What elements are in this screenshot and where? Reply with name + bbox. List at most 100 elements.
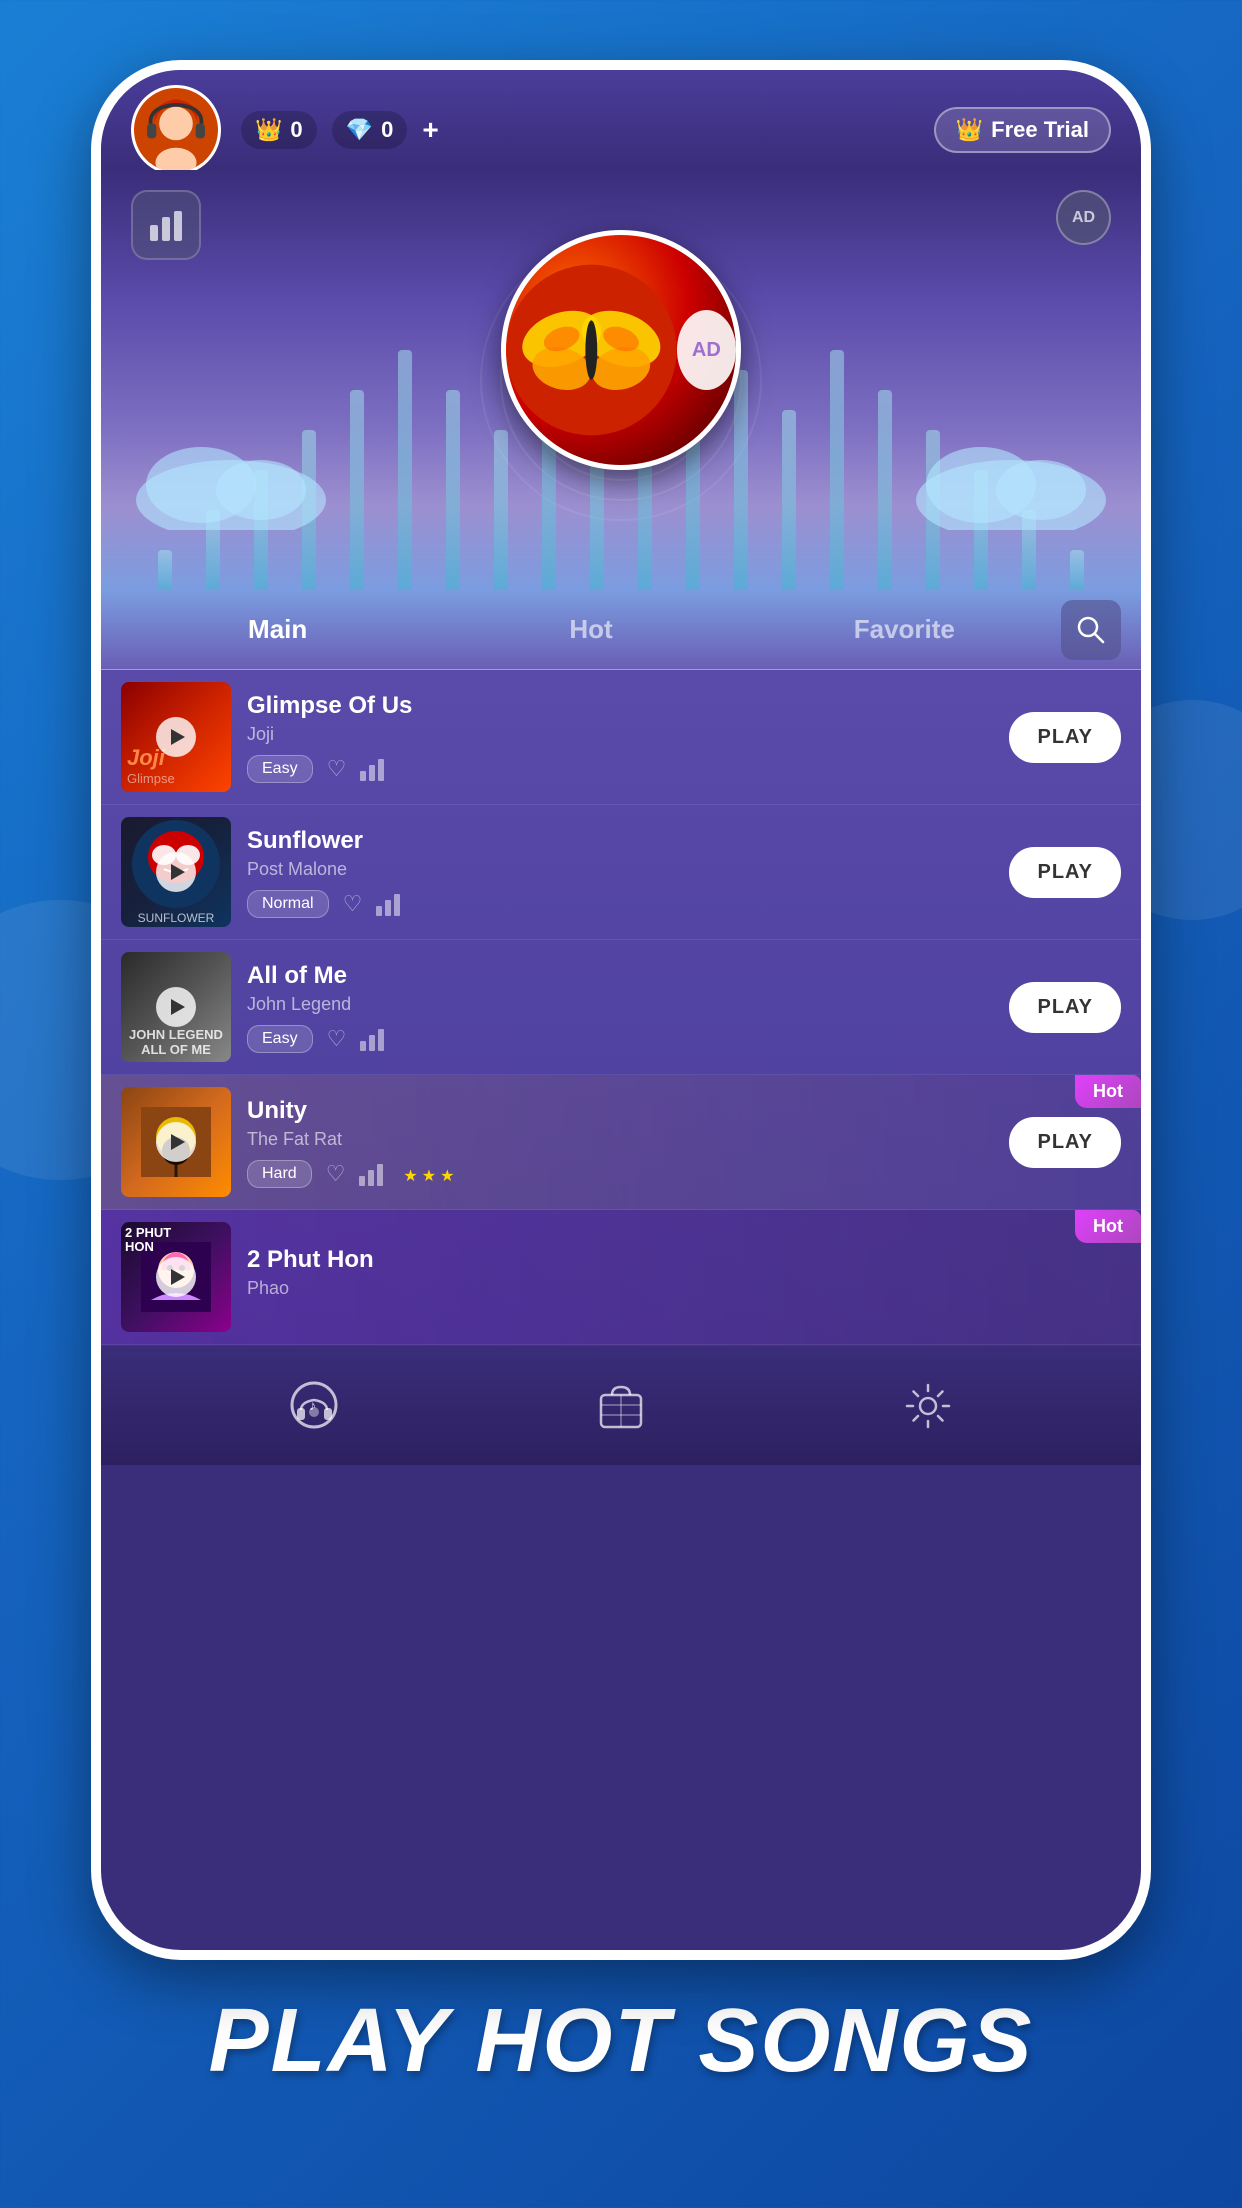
song-item-4: Hot Unity The Fa xyxy=(101,1075,1141,1210)
app-header: 👑 0 💎 0 + 👑 Free Trial xyxy=(101,70,1141,170)
svg-text:♪: ♪ xyxy=(309,1397,316,1413)
heart-icon-1[interactable]: ♡ xyxy=(327,756,347,782)
search-icon xyxy=(1076,615,1106,645)
song-meta-3: Easy ♡ xyxy=(247,1025,993,1053)
song-item-1: Joji Glimpse Glimpse Of Us Joji Easy ♡ xyxy=(101,670,1141,805)
song-title-3: All of Me xyxy=(247,962,993,990)
difficulty-4: Hard xyxy=(247,1160,312,1188)
free-trial-button[interactable]: 👑 Free Trial xyxy=(934,107,1111,153)
johnlegend-text: JOHN LEGENDALL OF ME xyxy=(129,1027,223,1058)
tab-hot[interactable]: Hot xyxy=(434,594,747,665)
phao-title-overlay: 2 PHUTHON xyxy=(125,1226,171,1255)
bar-chart-icon xyxy=(148,207,184,243)
free-trial-label: Free Trial xyxy=(991,117,1089,143)
nav-settings-button[interactable] xyxy=(893,1371,963,1441)
song-meta-1: Easy ♡ xyxy=(247,755,993,783)
heart-icon-4[interactable]: ♡ xyxy=(326,1161,346,1187)
song-item-3: JOHN LEGENDALL OF ME All of Me John Lege… xyxy=(101,940,1141,1075)
stats-button[interactable] xyxy=(131,190,201,260)
bar-13 xyxy=(734,370,748,590)
stars-4: ★★★ xyxy=(403,1166,454,1186)
difficulty-2: Normal xyxy=(247,890,329,918)
song-thumbnail-2[interactable]: SUNFLOWER xyxy=(121,817,231,927)
nav-tiles-button[interactable] xyxy=(586,1371,656,1441)
phone-frame: 👑 0 💎 0 + 👑 Free Trial xyxy=(91,60,1151,1960)
stats-icon-2[interactable] xyxy=(376,892,406,916)
heart-icon-3[interactable]: ♡ xyxy=(327,1026,347,1052)
ad-badge[interactable]: AD xyxy=(1056,190,1111,245)
tab-main[interactable]: Main xyxy=(121,594,434,665)
tabs-bar: Main Hot Favorite xyxy=(101,590,1141,670)
play-triangle-5 xyxy=(171,1269,185,1285)
song-info-3: All of Me John Legend Easy ♡ xyxy=(231,962,1009,1053)
hot-badge-4: Hot xyxy=(1075,1075,1141,1108)
play-triangle-4 xyxy=(171,1134,185,1150)
stats-icon-1[interactable] xyxy=(360,757,390,781)
vinyl-ad-label: AD xyxy=(692,339,721,362)
stats-icon-3[interactable] xyxy=(360,1027,390,1051)
gold-value: 0 xyxy=(290,117,302,143)
hot-badge-5: Hot xyxy=(1075,1210,1141,1243)
bar-7 xyxy=(446,390,460,590)
vinyl-record[interactable]: AD xyxy=(501,230,741,470)
grid-icon xyxy=(596,1381,646,1431)
joji-subtitle: Glimpse xyxy=(127,771,175,786)
song-info-1: Glimpse Of Us Joji Easy ♡ xyxy=(231,692,1009,783)
song-title-2: Sunflower xyxy=(247,827,993,855)
bar-15 xyxy=(830,350,844,590)
bottom-nav: ♪ xyxy=(101,1345,1141,1465)
bar-14 xyxy=(782,410,796,590)
currency-group: 👑 0 💎 0 + xyxy=(241,111,439,149)
play-overlay-3[interactable] xyxy=(156,987,196,1027)
hero-section: AD xyxy=(101,170,1141,590)
nav-music-button[interactable]: ♪ xyxy=(279,1371,349,1441)
song-meta-2: Normal ♡ xyxy=(247,890,993,918)
song-thumbnail-3[interactable]: JOHN LEGENDALL OF ME xyxy=(121,952,231,1062)
difficulty-3: Easy xyxy=(247,1025,313,1053)
song-title-4: Unity xyxy=(247,1097,993,1125)
add-currency-button[interactable]: + xyxy=(422,114,438,146)
song-artist-5: Phao xyxy=(247,1278,1105,1299)
bottom-tagline: PLAY HOT SONGS xyxy=(209,1990,1034,2093)
bar-8 xyxy=(494,430,508,590)
play-overlay-1[interactable] xyxy=(156,717,196,757)
play-overlay-5[interactable] xyxy=(156,1257,196,1297)
song-info-2: Sunflower Post Malone Normal ♡ xyxy=(231,827,1009,918)
crown-icon: 👑 xyxy=(255,117,282,143)
search-button[interactable] xyxy=(1061,600,1121,660)
song-thumbnail-4[interactable] xyxy=(121,1087,231,1197)
free-trial-crown-icon: 👑 xyxy=(956,117,983,143)
play-button-2[interactable]: PLAY xyxy=(1009,847,1121,898)
header-left: 👑 0 💎 0 + xyxy=(131,85,439,175)
play-overlay-4[interactable] xyxy=(156,1122,196,1162)
song-title-1: Glimpse Of Us xyxy=(247,692,993,720)
song-thumbnail-1[interactable]: Joji Glimpse xyxy=(121,682,231,792)
song-artist-4: The Fat Rat xyxy=(247,1129,993,1150)
avatar[interactable] xyxy=(131,85,221,175)
cloud-right xyxy=(911,430,1111,530)
song-artist-1: Joji xyxy=(247,724,993,745)
difficulty-1: Easy xyxy=(247,755,313,783)
tab-favorite[interactable]: Favorite xyxy=(748,594,1061,665)
ad-label: AD xyxy=(1072,209,1095,227)
song-item-2: SUNFLOWER Sunflower Post Malone Normal ♡ xyxy=(101,805,1141,940)
stats-icon-4[interactable] xyxy=(359,1162,389,1186)
bar-16 xyxy=(878,390,892,590)
heart-icon-2[interactable]: ♡ xyxy=(343,891,363,917)
play-triangle-2 xyxy=(171,864,185,880)
play-button-1[interactable]: PLAY xyxy=(1009,712,1121,763)
play-button-3[interactable]: PLAY xyxy=(1009,982,1121,1033)
bar-6 xyxy=(398,350,412,590)
play-triangle-1 xyxy=(171,729,185,745)
gem-currency: 💎 0 xyxy=(332,111,408,149)
song-meta-4: Hard ♡ ★★★ xyxy=(247,1160,993,1188)
bar-5 xyxy=(350,390,364,590)
bar-20 xyxy=(1070,550,1084,590)
cloud-left xyxy=(131,430,331,530)
gold-currency: 👑 0 xyxy=(241,111,317,149)
play-button-4[interactable]: PLAY xyxy=(1009,1117,1121,1168)
play-triangle-3 xyxy=(171,999,185,1015)
play-overlay-2[interactable] xyxy=(156,852,196,892)
song-thumbnail-5[interactable]: 2 PHUTHON xyxy=(121,1222,231,1332)
songs-list: Joji Glimpse Glimpse Of Us Joji Easy ♡ xyxy=(101,670,1141,1345)
